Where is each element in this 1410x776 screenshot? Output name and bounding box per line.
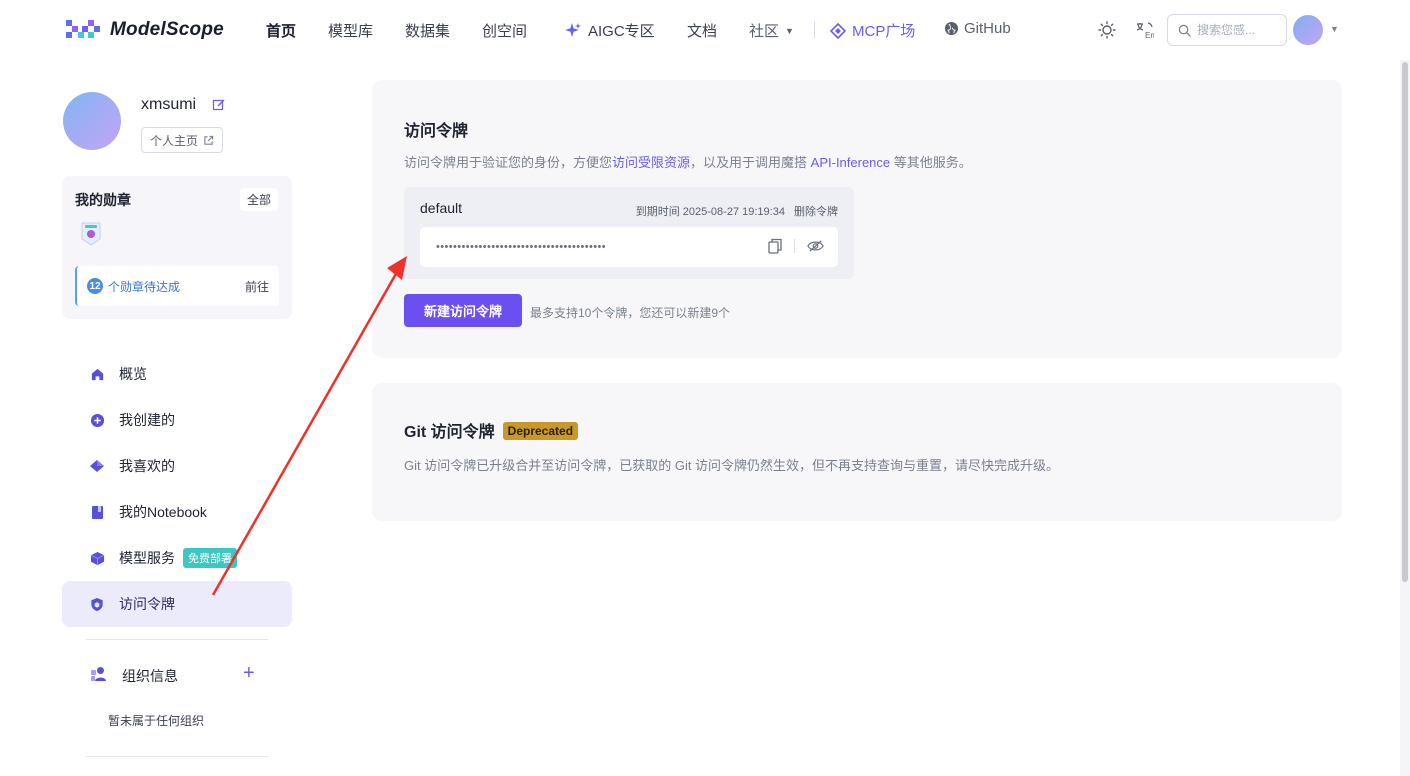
api-inference-link[interactable]: API-Inference [811,155,891,170]
sidebar-item-label: 我喜欢的 [119,458,175,474]
logo[interactable]: ModelScope [64,18,224,42]
sidebar-item-label: 我的Notebook [119,504,207,520]
token-name: default [420,200,463,216]
new-access-token-button[interactable]: 新建访问令牌 [404,294,522,327]
scrollbar-thumb[interactable] [1402,62,1408,582]
sidebar-item-label: 我创建的 [119,412,175,428]
profile-avatar [63,92,121,150]
badges-card: 我的勋章 全部 12 个勋章待达成 前往 [62,176,292,319]
sidebar-divider [86,639,268,640]
nav-github[interactable]: GitHub [944,20,1011,37]
chevron-down-icon: ▼ [785,25,794,36]
organization-icon [91,667,106,681]
theme-toggle-button[interactable] [1095,18,1119,42]
shield-icon [89,596,105,612]
nav-github-label: GitHub [964,20,1011,37]
nav-datasets[interactable]: 数据集 [405,20,450,41]
edit-icon[interactable] [212,98,226,112]
language-toggle-button[interactable]: En [1132,18,1156,42]
git-token-title-row: Git 访问令牌 Deprecated [404,418,579,442]
pending-go-link[interactable]: 前往 [245,278,269,295]
nav-home[interactable]: 首页 [266,20,296,41]
notebook-icon [89,504,105,520]
sidebar-item-notebook[interactable]: 我的Notebook [62,489,292,535]
search-input[interactable] [1197,23,1281,37]
add-org-button[interactable]: + [243,663,255,683]
nav-community-label: 社区 [749,23,780,40]
pending-badges-text: 个勋章待达成 [108,279,181,294]
sidebar-item-label: 访问令牌 [119,596,175,612]
token-item: default 到期时间 2025-08-27 19:19:34 删除令牌 ••… [404,187,854,279]
access-token-title: 访问令牌 [404,123,469,140]
token-actions [768,238,824,254]
action-separator [794,239,795,253]
chevron-down-icon[interactable]: ▼ [1330,24,1339,34]
nav-mcp-label: MCP广场 [852,23,916,40]
homepage-label: 个人主页 [150,133,199,148]
cube-icon [89,550,105,566]
nav-aigc-label: AIGC专区 [588,23,655,40]
homepage-button[interactable]: 个人主页 [141,127,224,153]
nav-aigc[interactable]: AIGC专区 [564,20,655,41]
token-value-field[interactable]: •••••••••••••••••••••••••••••••••••••••• [420,227,838,267]
sidebar-item-label: 概览 [119,366,147,382]
restricted-resources-link[interactable]: 访问受限资源 [612,155,690,170]
sparkle-icon [565,22,581,37]
badges-all-button[interactable]: 全部 [239,188,278,211]
external-link-icon [204,135,214,145]
org-empty-text: 暂未属于任何组织 [108,714,205,728]
deprecated-badge: Deprecated [502,422,579,440]
badge-image[interactable] [79,221,103,247]
mcp-icon [830,22,846,39]
github-icon [944,21,959,36]
desc-text: 等其他服务。 [890,155,972,170]
top-navbar: ModelScope 首页 模型库 数据集 创空间 AIGC专区 文档 社区 ▼… [0,0,1410,60]
desc-text: ，以及用于调用魔搭 [690,155,811,170]
sidebar-item-liked[interactable]: 我喜欢的 [62,443,292,489]
nav-community[interactable]: 社区 ▼ [749,20,794,41]
modelscope-logo-icon [66,20,100,38]
git-token-title: Git 访问令牌 [404,424,495,441]
nav-models[interactable]: 模型库 [328,20,373,41]
access-token-description: 访问令牌用于验证您的身份，方便您访问受限资源，以及用于调用魔搭 API-Infe… [404,152,972,171]
sun-icon [1098,21,1116,39]
sidebar-divider [86,756,268,757]
access-token-card: 访问令牌 访问令牌用于验证您的身份，方便您访问受限资源，以及用于调用魔搭 API… [372,80,1342,358]
token-masked-value: •••••••••••••••••••••••••••••••••••••••• [436,241,607,253]
diamond-icon [89,458,105,474]
eye-off-icon[interactable] [807,239,824,253]
svg-text:En: En [1145,31,1154,40]
sidebar-item-access-token[interactable]: 访问令牌 [62,581,292,627]
pending-badges-row[interactable]: 12 个勋章待达成 前往 [75,266,279,306]
logo-text: ModelScope [110,19,224,40]
search-icon [1178,24,1191,37]
git-token-card: Git 访问令牌 Deprecated Git 访问令牌已升级合并至访问令牌，已获… [372,383,1342,521]
nav-divider [814,22,815,38]
token-expiry: 到期时间 2025-08-27 19:19:34 [635,206,785,218]
free-deploy-tag: 免费部署 [183,548,237,568]
desc-text: 访问令牌用于验证您的身份，方便您 [404,155,613,170]
badges-title: 我的勋章 [75,192,131,208]
user-avatar[interactable] [1293,15,1323,45]
pending-count-badge: 12 [87,278,103,294]
nav-studios[interactable]: 创空间 [482,20,527,41]
sidebar-item-model-service[interactable]: 模型服务 免费部署 [62,535,292,581]
nav-mcp[interactable]: MCP广场 [830,20,915,41]
token-meta: 到期时间 2025-08-27 19:19:34 删除令牌 [636,203,838,219]
git-token-description: Git 访问令牌已升级合并至访问令牌，已获取的 Git 访问令牌仍然生效，但不再… [404,458,1060,473]
copy-icon[interactable] [768,238,782,254]
language-icon: En [1136,22,1154,40]
plus-circle-icon [89,412,105,428]
sidebar-item-label: 模型服务 [119,550,175,566]
search-box[interactable] [1167,14,1287,46]
sidebar-item-overview[interactable]: 概览 [62,351,292,397]
home-icon [89,366,105,382]
sidebar-item-created[interactable]: 我创建的 [62,397,292,443]
org-title: 组织信息 [122,668,178,684]
nav-docs[interactable]: 文档 [687,20,717,41]
username: xmsumi [141,96,197,113]
delete-token-button[interactable]: 删除令牌 [794,206,838,218]
token-limit-text: 最多支持10个令牌，您还可以新建9个 [530,306,731,320]
